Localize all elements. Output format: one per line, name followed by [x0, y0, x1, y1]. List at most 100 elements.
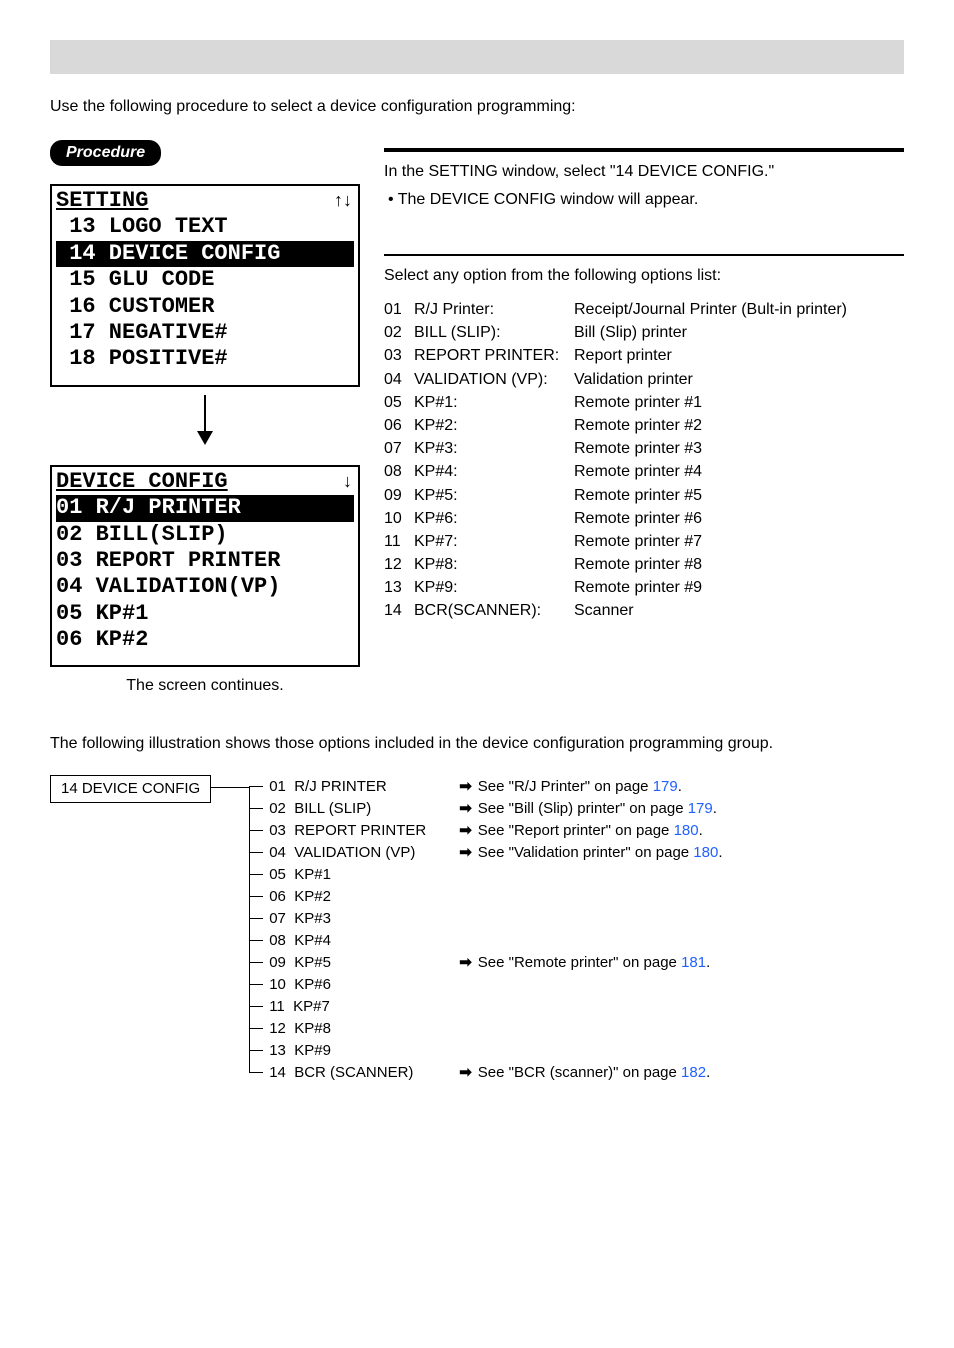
tree-item: 09 KP#5➡See "Remote printer" on page 181…: [249, 951, 722, 973]
option-row: 11KP#7:Remote printer #7: [384, 530, 904, 553]
tree-label: 04 VALIDATION (VP): [249, 842, 449, 863]
option-name: KP#3:: [414, 437, 574, 460]
option-row: 07KP#3:Remote printer #3: [384, 437, 904, 460]
tree-item: 13 KP#9: [249, 1039, 722, 1061]
config-tree-diagram: 14 DEVICE CONFIG 01 R/J PRINTER➡See "R/J…: [50, 775, 904, 1083]
tree-label: 11 KP#7: [249, 996, 449, 1017]
tree-item: 10 KP#6: [249, 973, 722, 995]
option-number: 05: [384, 391, 414, 414]
page-link[interactable]: 180: [693, 844, 718, 861]
down-arrow-icon: [50, 387, 360, 447]
lcd-row: 16 CUSTOMER: [56, 294, 354, 320]
tree-label: 09 KP#5: [249, 952, 449, 973]
tree-ref: ➡See "Remote printer" on page 181.: [449, 952, 710, 973]
down-icon: ↓: [343, 471, 352, 493]
lcd-row: 01 R/J PRINTER: [56, 495, 354, 521]
tree-label: 08 KP#4: [249, 930, 449, 951]
option-desc: Remote printer #9: [574, 576, 904, 599]
step1-bullet: • The DEVICE CONFIG window will appear.: [388, 188, 904, 212]
option-desc: Remote printer #7: [574, 530, 904, 553]
lcd-row: 13 LOGO TEXT: [56, 214, 354, 240]
tree-item: 06 KP#2: [249, 885, 722, 907]
option-number: 12: [384, 553, 414, 576]
option-row: 10KP#6:Remote printer #6: [384, 507, 904, 530]
option-name: R/J Printer:: [414, 298, 574, 321]
option-desc: Remote printer #8: [574, 553, 904, 576]
options-list: 01R/J Printer:Receipt/Journal Printer (B…: [384, 298, 904, 623]
right-arrow-icon: ➡: [459, 800, 472, 817]
step1-main: In the SETTING window, select "14 DEVICE…: [384, 160, 904, 184]
lcd-setting-screen: SETTING ↑↓ 13 LOGO TEXT 14 DEVICE CONFIG…: [50, 184, 360, 387]
page-link[interactable]: 181: [681, 954, 706, 971]
option-name: BILL (SLIP):: [414, 321, 574, 344]
page-link[interactable]: 182: [681, 1064, 706, 1081]
tree-label: 02 BILL (SLIP): [249, 798, 449, 819]
option-row: 12KP#8:Remote printer #8: [384, 553, 904, 576]
tree-label: 10 KP#6: [249, 974, 449, 995]
option-row: 05KP#1:Remote printer #1: [384, 391, 904, 414]
tree-item: 02 BILL (SLIP)➡See "Bill (Slip) printer"…: [249, 797, 722, 819]
tree-label: 03 REPORT PRINTER: [249, 820, 449, 841]
lcd-row: 15 GLU CODE: [56, 267, 354, 293]
option-desc: Bill (Slip) printer: [574, 321, 904, 344]
option-name: KP#6:: [414, 507, 574, 530]
lcd2-caption: The screen continues.: [50, 677, 360, 695]
illustration-intro: The following illustration shows those o…: [50, 735, 904, 753]
tree-item: 12 KP#8: [249, 1017, 722, 1039]
page-link[interactable]: 180: [674, 822, 699, 839]
tree-item: 05 KP#1: [249, 863, 722, 885]
tree-label: 01 R/J PRINTER: [249, 776, 449, 797]
lcd-row: 17 NEGATIVE#: [56, 320, 354, 346]
right-arrow-icon: ➡: [459, 954, 472, 971]
option-number: 06: [384, 414, 414, 437]
option-name: KP#4:: [414, 460, 574, 483]
lcd-row: 05 KP#1: [56, 601, 354, 627]
option-desc: Remote printer #6: [574, 507, 904, 530]
option-name: KP#8:: [414, 553, 574, 576]
option-row: 01R/J Printer:Receipt/Journal Printer (B…: [384, 298, 904, 321]
tree-ref: ➡See "Validation printer" on page 180.: [449, 842, 722, 863]
tree-item: 01 R/J PRINTER➡See "R/J Printer" on page…: [249, 775, 722, 797]
divider: [384, 254, 904, 256]
option-number: 14: [384, 599, 414, 622]
tree-label: 13 KP#9: [249, 1040, 449, 1061]
intro-text: Use the following procedure to select a …: [50, 98, 904, 116]
option-row: 06KP#2:Remote printer #2: [384, 414, 904, 437]
lcd-row: 14 DEVICE CONFIG: [56, 241, 354, 267]
step2-intro: Select any option from the following opt…: [384, 264, 904, 288]
option-row: 08KP#4:Remote printer #4: [384, 460, 904, 483]
option-number: 07: [384, 437, 414, 460]
updown-icon: ↑↓: [334, 190, 352, 212]
tree-ref: ➡See "Bill (Slip) printer" on page 179.: [449, 798, 717, 819]
option-number: 04: [384, 368, 414, 391]
lcd1-title: SETTING: [56, 188, 148, 214]
option-desc: Receipt/Journal Printer (Bult-in printer…: [574, 298, 904, 321]
divider: [384, 148, 904, 152]
tree-item: 11 KP#7: [249, 995, 722, 1017]
lcd2-title: DEVICE CONFIG: [56, 469, 228, 495]
tree-item: 03 REPORT PRINTER➡See "Report printer" o…: [249, 819, 722, 841]
tree-item: 07 KP#3: [249, 907, 722, 929]
page-link[interactable]: 179: [653, 778, 678, 795]
page-link[interactable]: 179: [688, 800, 713, 817]
option-row: 09KP#5:Remote printer #5: [384, 484, 904, 507]
tree-item: 14 BCR (SCANNER)➡See "BCR (scanner)" on …: [249, 1061, 722, 1083]
option-name: BCR(SCANNER):: [414, 599, 574, 622]
diagram-root: 14 DEVICE CONFIG: [50, 775, 211, 803]
option-number: 03: [384, 344, 414, 367]
option-desc: Remote printer #4: [574, 460, 904, 483]
procedure-label: Procedure: [50, 140, 161, 166]
option-desc: Remote printer #5: [574, 484, 904, 507]
option-name: VALIDATION (VP):: [414, 368, 574, 391]
lcd-row: 04 VALIDATION(VP): [56, 574, 354, 600]
option-desc: Remote printer #3: [574, 437, 904, 460]
right-arrow-icon: ➡: [459, 1064, 472, 1081]
option-row: 13KP#9:Remote printer #9: [384, 576, 904, 599]
option-number: 08: [384, 460, 414, 483]
tree-label: 12 KP#8: [249, 1018, 449, 1039]
lcd-device-config-screen: DEVICE CONFIG ↓ 01 R/J PRINTER 02 BILL(S…: [50, 465, 360, 668]
option-row: 02BILL (SLIP):Bill (Slip) printer: [384, 321, 904, 344]
option-desc: Remote printer #2: [574, 414, 904, 437]
tree-item: 08 KP#4: [249, 929, 722, 951]
option-desc: Remote printer #1: [574, 391, 904, 414]
